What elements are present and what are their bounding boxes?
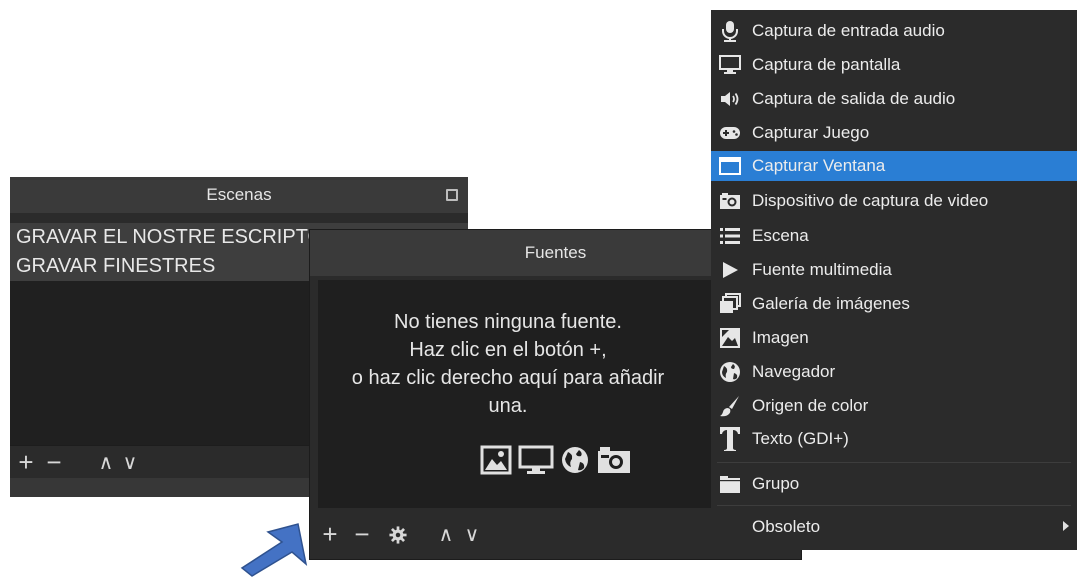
globe-icon [562,447,588,473]
message-line: una. [488,395,528,417]
source-type-icons [480,445,632,475]
menu-item-label: Origen de color [752,396,869,415]
menu-item-label: Imagen [752,328,809,347]
menu-item-display-capture[interactable]: Captura de pantalla [711,50,1077,80]
menu-item-group[interactable]: Grupo [711,469,1077,499]
gamepad-icon [717,120,743,146]
chevron-up-icon: ∧ [438,524,454,546]
menu-item-image[interactable]: Imagen [711,323,1077,353]
menu-item-label: Galería de imágenes [752,294,910,313]
message-line: No tienes ninguna fuente. [394,311,622,333]
sources-panel-title: Fuentes [524,243,587,262]
menu-item-game-capture[interactable]: Capturar Juego [711,118,1077,148]
menu-item-label: Capturar Ventana [752,156,886,175]
add-icon: + [18,447,34,477]
menu-item-label: Texto (GDI+) [752,429,849,448]
remove-icon: − [354,519,370,549]
chevron-down-icon: ∨ [122,452,138,474]
menu-item-color-source[interactable]: Origen de color [711,391,1077,421]
remove-source-button[interactable]: − [350,518,374,551]
menu-separator [717,462,1071,463]
add-scene-button[interactable]: + [14,446,38,479]
image-icon [480,445,512,475]
add-source-menu: Captura de entrada audio Captura de pant… [711,10,1077,550]
source-properties-button[interactable] [386,518,410,551]
add-source-button[interactable]: + [318,518,342,551]
folder-icon [717,471,743,497]
chevron-up-icon: ∧ [98,452,114,474]
chevron-down-icon: ∨ [464,524,480,546]
menu-item-deprecated[interactable]: Obsoleto [711,512,1077,542]
menu-item-video-capture-device[interactable]: Dispositivo de captura de video [711,186,1077,216]
monitor-icon [717,52,743,78]
menu-item-media-source[interactable]: Fuente multimedia [711,255,1077,285]
remove-icon: − [46,447,62,477]
menu-item-label: Captura de entrada audio [752,21,945,40]
menu-item-audio-output[interactable]: Captura de salida de audio [711,84,1077,114]
brush-icon [717,393,743,419]
empty-sources-message: No tienes ninguna fuente. Haz clic en el… [318,308,698,420]
menu-item-label: Fuente multimedia [752,260,892,279]
pointer-arrow-icon [240,523,308,577]
menu-item-label: Navegador [752,362,836,381]
scenes-panel-title: Escenas [206,185,272,204]
scenes-panel-header: Escenas [10,177,468,213]
speaker-icon [717,86,743,112]
camera-icon [717,188,743,214]
window-icon [717,153,743,179]
menu-item-audio-input[interactable]: Captura de entrada audio [711,16,1077,46]
microphone-icon [717,18,743,44]
text-icon [717,426,743,452]
menu-item-label: Grupo [752,474,800,493]
globe-icon [717,359,743,385]
menu-item-browser[interactable]: Navegador [711,357,1077,387]
menu-item-label: Obsoleto [752,517,821,536]
list-icon [717,223,743,249]
play-icon [717,257,743,283]
menu-item-text-gdi[interactable]: Texto (GDI+) [711,424,1077,454]
image-icon [717,325,743,351]
blank-icon [717,514,743,540]
message-line: o haz clic derecho aquí para añadir [351,367,665,389]
gallery-icon [717,291,743,317]
undock-icon[interactable] [446,189,458,201]
move-source-up-button[interactable]: ∧ [434,518,458,551]
camera-icon [598,447,630,473]
menu-item-label: Capturar Juego [752,123,870,142]
move-scene-up-button[interactable]: ∧ [94,446,118,479]
menu-item-label: Captura de pantalla [752,55,901,74]
add-icon: + [322,519,338,549]
gear-icon [389,525,407,544]
message-line: Haz clic en el botón +, [409,339,607,361]
menu-item-scene[interactable]: Escena [711,221,1077,251]
menu-separator [717,505,1071,506]
menu-item-label: Dispositivo de captura de video [752,191,989,210]
move-source-down-button[interactable]: ∨ [460,518,484,551]
submenu-arrow-icon [1063,521,1069,531]
menu-item-window-capture[interactable]: Capturar Ventana [711,151,1077,181]
remove-scene-button[interactable]: − [42,446,66,479]
move-scene-down-button[interactable]: ∨ [118,446,142,479]
menu-item-label: Escena [752,226,809,245]
monitor-icon [518,445,554,474]
menu-item-image-slideshow[interactable]: Galería de imágenes [711,289,1077,319]
menu-item-label: Captura de salida de audio [752,89,956,108]
